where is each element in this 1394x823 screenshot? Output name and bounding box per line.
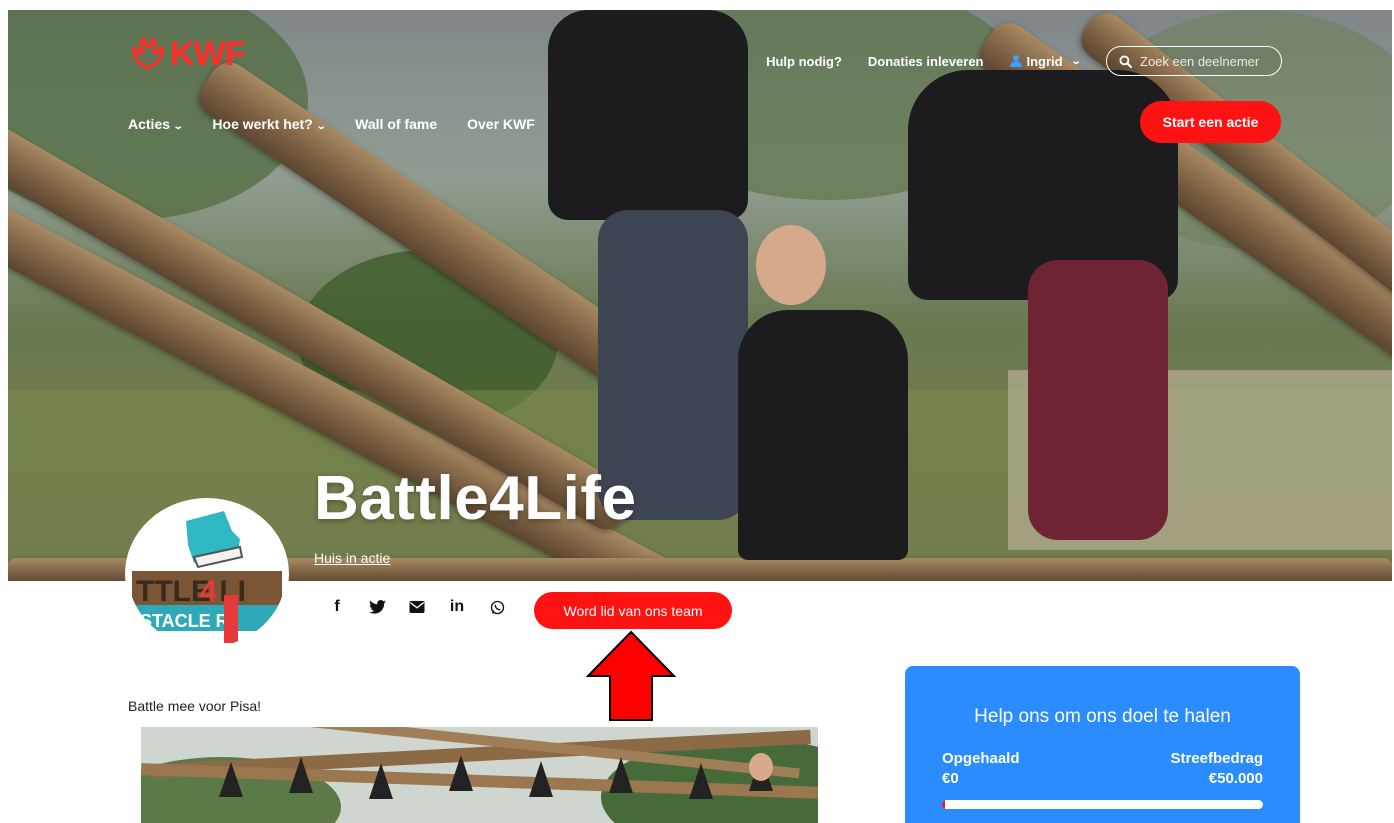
kwf-emblem-icon (132, 37, 164, 70)
share-bar: f in (328, 598, 506, 616)
chevron-down-icon: ⌄ (315, 121, 327, 132)
team-avatar: TTLE LI 4 STACLE RI (128, 501, 286, 647)
goal-label: Streefbedrag (1170, 750, 1263, 767)
svg-text:STACLE RI: STACLE RI (140, 611, 234, 631)
start-action-button[interactable]: Start een actie (1140, 101, 1281, 143)
search-icon (1119, 54, 1132, 68)
participant-search[interactable]: Zoek een deelnemer (1106, 46, 1282, 76)
obstacle-photo (141, 727, 818, 823)
team-type-link[interactable]: Huis in actie (314, 550, 390, 566)
intro-text: Battle mee voor Pisa! (128, 698, 262, 714)
email-icon[interactable] (408, 601, 426, 613)
goal-value: €50.000 (1208, 770, 1263, 787)
battle-logo-image: TTLE LI 4 STACLE RI (128, 501, 286, 647)
arrow-up-icon (586, 630, 676, 721)
top-navigation: Hulp nodig? Donaties inleveren Ingrid ⌄ … (766, 46, 1282, 76)
logo-text: KWF (170, 34, 245, 73)
linkedin-icon[interactable]: in (448, 598, 466, 616)
svg-text:4: 4 (200, 575, 217, 608)
help-link[interactable]: Hulp nodig? (766, 54, 842, 69)
hero-banner (8, 10, 1392, 581)
donation-progress-bar (942, 800, 1263, 809)
join-team-button[interactable]: Word lid van ons team (534, 592, 732, 629)
chevron-down-icon: ⌄ (172, 121, 184, 132)
nav-item-over-kwf[interactable]: Over KWF (467, 116, 535, 132)
nav-item-hoe-werkt-het[interactable]: Hoe werkt het? ⌄ (212, 116, 327, 132)
facebook-icon[interactable]: f (328, 598, 346, 616)
twitter-icon[interactable] (368, 600, 386, 614)
donation-progress-fill (942, 800, 946, 809)
donations-link[interactable]: Donaties inleveren (868, 54, 984, 69)
chevron-down-icon: ⌄ (1070, 55, 1082, 67)
raised-label: Opgehaald (942, 750, 1020, 767)
user-icon (1009, 55, 1022, 67)
donation-card: Help ons om ons doel te halen Opgehaald … (905, 666, 1300, 823)
main-navigation: Acties ⌄ Hoe werkt het? ⌄ Wall of fame Ove… (128, 116, 535, 132)
donation-card-title: Help ons om ons doel te halen (974, 706, 1231, 727)
kwf-logo[interactable]: KWF (128, 34, 245, 74)
nav-item-acties[interactable]: Acties ⌄ (128, 116, 184, 132)
user-name: Ingrid (1026, 53, 1063, 69)
page-title: Battle4Life (314, 464, 637, 533)
search-input[interactable]: Zoek een deelnemer (1140, 54, 1259, 69)
nav-item-wall-of-fame[interactable]: Wall of fame (355, 116, 437, 132)
raised-value: €0 (942, 770, 959, 787)
whatsapp-icon[interactable] (488, 600, 506, 615)
user-menu[interactable]: Ingrid ⌄ (1009, 53, 1082, 69)
